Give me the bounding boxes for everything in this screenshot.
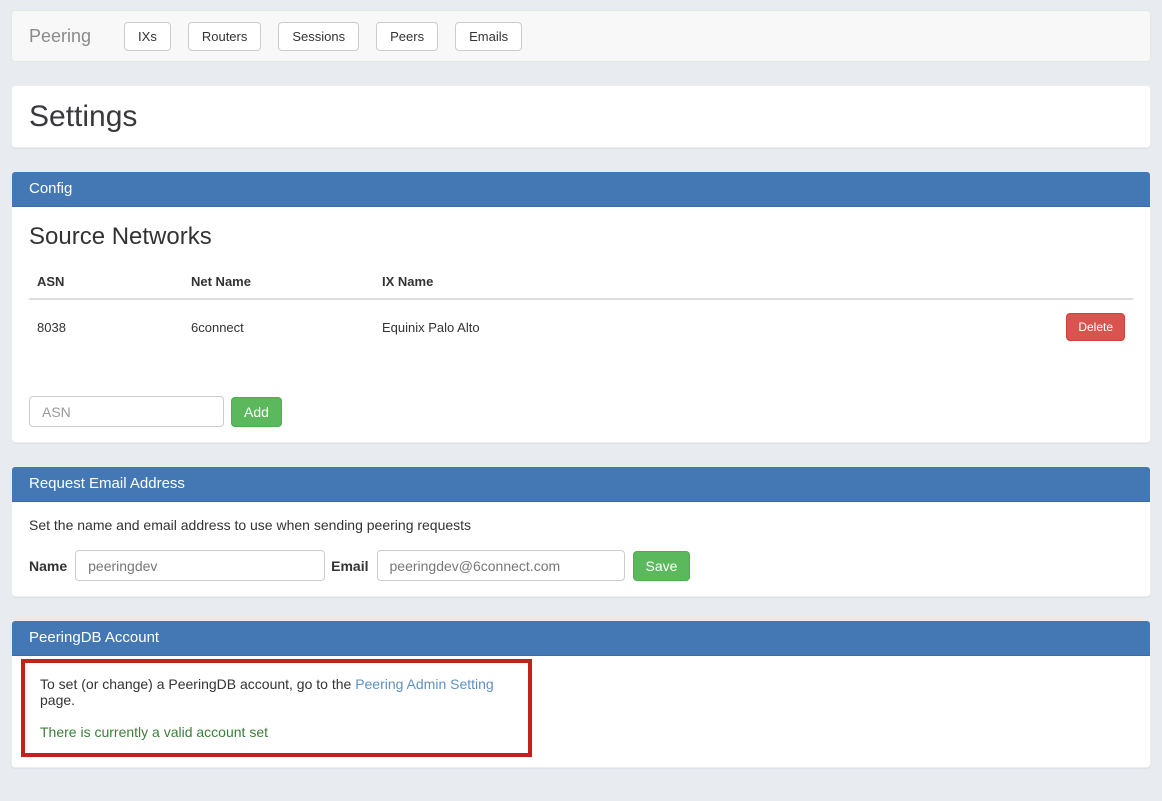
peeringdb-panel-body: To set (or change) a PeeringDB account, … (12, 656, 1150, 767)
config-panel-body: Source Networks ASN Net Name IX Name 803… (12, 207, 1150, 442)
email-label: Email (331, 558, 368, 574)
request-email-panel-body: Set the name and email address to use wh… (12, 502, 1150, 596)
source-networks-table: ASN Net Name IX Name 8038 6connect Equin… (29, 265, 1133, 354)
delete-button[interactable]: Delete (1066, 313, 1125, 341)
settings-title-panel: Settings (11, 85, 1151, 148)
add-button[interactable]: Add (231, 397, 282, 427)
request-email-description: Set the name and email address to use wh… (29, 517, 1133, 533)
account-status-text: There is currently a valid account set (40, 724, 518, 740)
column-header-net-name: Net Name (183, 265, 374, 299)
info-text-suffix: page. (40, 692, 75, 708)
request-email-panel-heading: Request Email Address (12, 467, 1150, 502)
cell-asn: 8038 (29, 299, 183, 354)
column-header-ix-name: IX Name (374, 265, 1013, 299)
nav-button-ixs[interactable]: IXs (124, 22, 171, 51)
nav-button-peers[interactable]: Peers (376, 22, 438, 51)
source-networks-title: Source Networks (29, 223, 1133, 251)
peeringdb-info-text: To set (or change) a PeeringDB account, … (40, 676, 518, 708)
cell-net-name: 6connect (183, 299, 374, 354)
cell-ix-name: Equinix Palo Alto (374, 299, 1013, 354)
top-navbar: Peering IXs Routers Sessions Peers Email… (11, 10, 1151, 62)
table-row: 8038 6connect Equinix Palo Alto Delete (29, 299, 1133, 354)
request-email-form: Name Email Save (29, 550, 1133, 581)
cell-actions: Delete (1013, 299, 1133, 354)
config-panel-heading: Config (12, 172, 1150, 207)
nav-button-routers[interactable]: Routers (188, 22, 262, 51)
info-text-prefix: To set (or change) a PeeringDB account, … (40, 676, 355, 692)
config-panel: Config Source Networks ASN Net Name IX N… (11, 171, 1151, 443)
name-label: Name (29, 558, 67, 574)
page-container: Peering IXs Routers Sessions Peers Email… (0, 0, 1162, 801)
column-header-asn: ASN (29, 265, 183, 299)
asn-input[interactable] (29, 396, 224, 427)
nav-button-sessions[interactable]: Sessions (278, 22, 359, 51)
column-header-actions (1013, 265, 1133, 299)
nav-button-emails[interactable]: Emails (455, 22, 522, 51)
name-field[interactable] (75, 550, 325, 581)
save-button[interactable]: Save (633, 551, 691, 581)
red-highlight-box: To set (or change) a PeeringDB account, … (21, 659, 532, 757)
app-brand: Peering (29, 26, 91, 47)
add-asn-form: Add (29, 396, 1133, 427)
request-email-panel: Request Email Address Set the name and e… (11, 466, 1151, 597)
email-field[interactable] (377, 550, 625, 581)
table-header-row: ASN Net Name IX Name (29, 265, 1133, 299)
page-title: Settings (29, 101, 1133, 132)
peeringdb-panel-heading: PeeringDB Account (12, 621, 1150, 656)
peering-admin-setting-link[interactable]: Peering Admin Setting (355, 676, 494, 692)
